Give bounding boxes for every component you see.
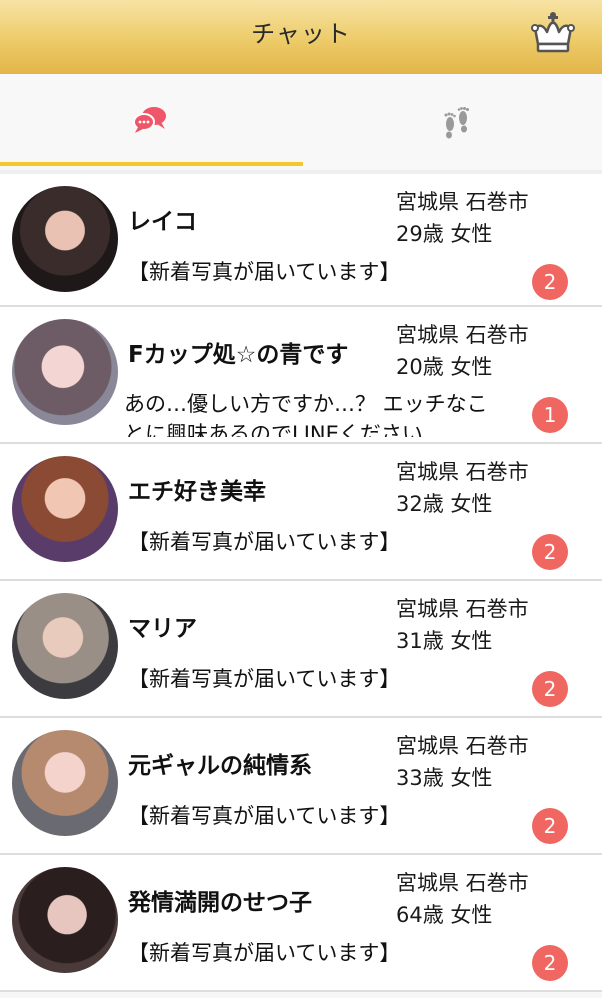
last-message: 【新着写真が届いています】 <box>128 804 401 828</box>
user-location: 宮城県 石巻市 <box>396 460 529 484</box>
user-name: Fカップ処☆の青です <box>128 342 349 368</box>
user-location: 宮城県 石巻市 <box>396 871 529 895</box>
avatar <box>12 186 118 292</box>
user-name: マリア <box>128 616 197 642</box>
unread-badge: 2 <box>532 808 568 844</box>
chat-row[interactable]: Fカップ処☆の青です 宮城県 石巻市 20歳 女性 あの…優しい方ですか…？ エ… <box>0 307 602 444</box>
user-name: 発情満開のせつ子 <box>128 890 312 916</box>
avatar <box>12 867 118 973</box>
user-age-gender: 32歳 女性 <box>396 492 493 516</box>
chat-row[interactable]: 元ギャルの純情系 宮城県 石巻市 33歳 女性 【新着写真が届いています】 2 <box>0 718 602 855</box>
user-age-gender: 29歳 女性 <box>396 222 493 246</box>
user-location: 宮城県 石巻市 <box>396 323 529 347</box>
last-message: あの…優しい方ですか…？ エッチなことに興味あるのでLINEください <box>124 392 488 437</box>
user-age-gender: 20歳 女性 <box>396 355 493 379</box>
tab-footprints[interactable] <box>301 74 602 170</box>
active-tab-indicator <box>0 162 303 166</box>
chat-row[interactable]: 発情満開のせつ子 宮城県 石巻市 64歳 女性 【新着写真が届いています】 2 <box>0 855 602 992</box>
unread-badge: 2 <box>532 264 568 300</box>
chat-list: レイコ 宮城県 石巻市 29歳 女性 【新着写真が届いています】 2 Fカップ処… <box>0 170 602 992</box>
last-message: 【新着写真が届いています】 <box>128 260 401 284</box>
crown-icon[interactable] <box>530 10 576 56</box>
avatar <box>12 456 118 562</box>
tab-bar <box>0 74 602 170</box>
avatar <box>12 319 118 425</box>
unread-badge: 2 <box>532 671 568 707</box>
user-name: レイコ <box>128 209 197 235</box>
page-title: チャット <box>251 20 351 48</box>
footprints-icon <box>444 107 469 139</box>
user-name: エチ好き美幸 <box>128 479 266 505</box>
last-message: 【新着写真が届いています】 <box>128 667 401 691</box>
last-message: 【新着写真が届いています】 <box>128 941 401 965</box>
user-location: 宮城県 石巻市 <box>396 597 529 621</box>
unread-badge: 1 <box>532 397 568 433</box>
chat-bubbles-icon <box>133 107 166 133</box>
user-age-gender: 33歳 女性 <box>396 766 493 790</box>
user-location: 宮城県 石巻市 <box>396 190 529 214</box>
user-location: 宮城県 石巻市 <box>396 734 529 758</box>
app-header: チャット <box>0 0 602 74</box>
avatar <box>12 593 118 699</box>
chat-row[interactable]: レイコ 宮城県 石巻市 29歳 女性 【新着写真が届いています】 2 <box>0 170 602 307</box>
chat-row[interactable]: マリア 宮城県 石巻市 31歳 女性 【新着写真が届いています】 2 <box>0 581 602 718</box>
user-age-gender: 31歳 女性 <box>396 629 493 653</box>
user-age-gender: 64歳 女性 <box>396 903 493 927</box>
last-message: 【新着写真が届いています】 <box>128 530 401 554</box>
user-name: 元ギャルの純情系 <box>128 753 312 779</box>
unread-badge: 2 <box>532 945 568 981</box>
unread-badge: 2 <box>532 534 568 570</box>
tab-chat[interactable] <box>0 74 303 170</box>
avatar <box>12 730 118 836</box>
chat-row[interactable]: エチ好き美幸 宮城県 石巻市 32歳 女性 【新着写真が届いています】 2 <box>0 444 602 581</box>
